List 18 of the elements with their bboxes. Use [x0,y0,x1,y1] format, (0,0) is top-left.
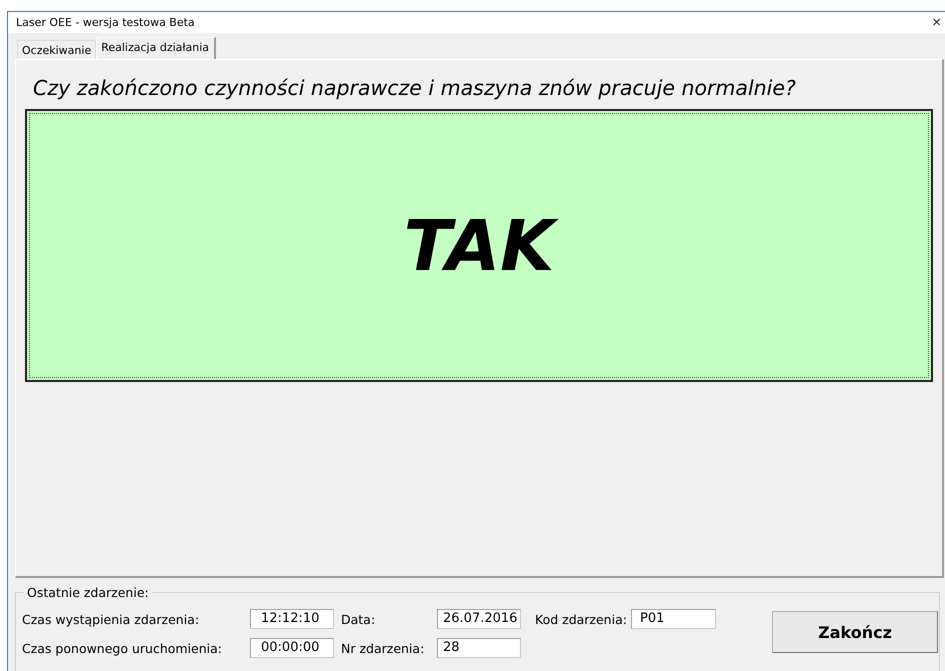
close-button[interactable]: × [930,15,943,30]
yes-button[interactable]: TAK [25,109,933,382]
question-text: Czy zakończono czynności naprawcze i maszyna znów pracuje normalnie? [32,76,797,100]
field-label: Czas wystąpienia zdarzenia: [22,611,200,629]
finish-button[interactable]: Zakończ [772,611,938,653]
field-label: Kod zdarzenia: [535,611,628,629]
tab[interactable]: Realizacja działania [96,37,216,59]
tab[interactable]: Oczekiwanie [17,40,96,59]
group-legend: Ostatnie zdarzenie: [24,585,152,600]
field-label: Nr zdarzenia: [341,640,426,658]
field-label: Czas ponownego uruchomienia: [22,640,224,658]
input-field[interactable]: P01 [631,609,716,629]
input-field[interactable]: 26.07.2016 [437,609,521,629]
input-field[interactable]: 00:00:00 [250,638,334,658]
input-field[interactable]: 28 [437,638,521,658]
window-title: Laser OEE - wersja testowa Beta [16,16,195,29]
field-label: Data: [341,611,376,629]
input-field[interactable]: 12:12:10 [250,609,334,629]
